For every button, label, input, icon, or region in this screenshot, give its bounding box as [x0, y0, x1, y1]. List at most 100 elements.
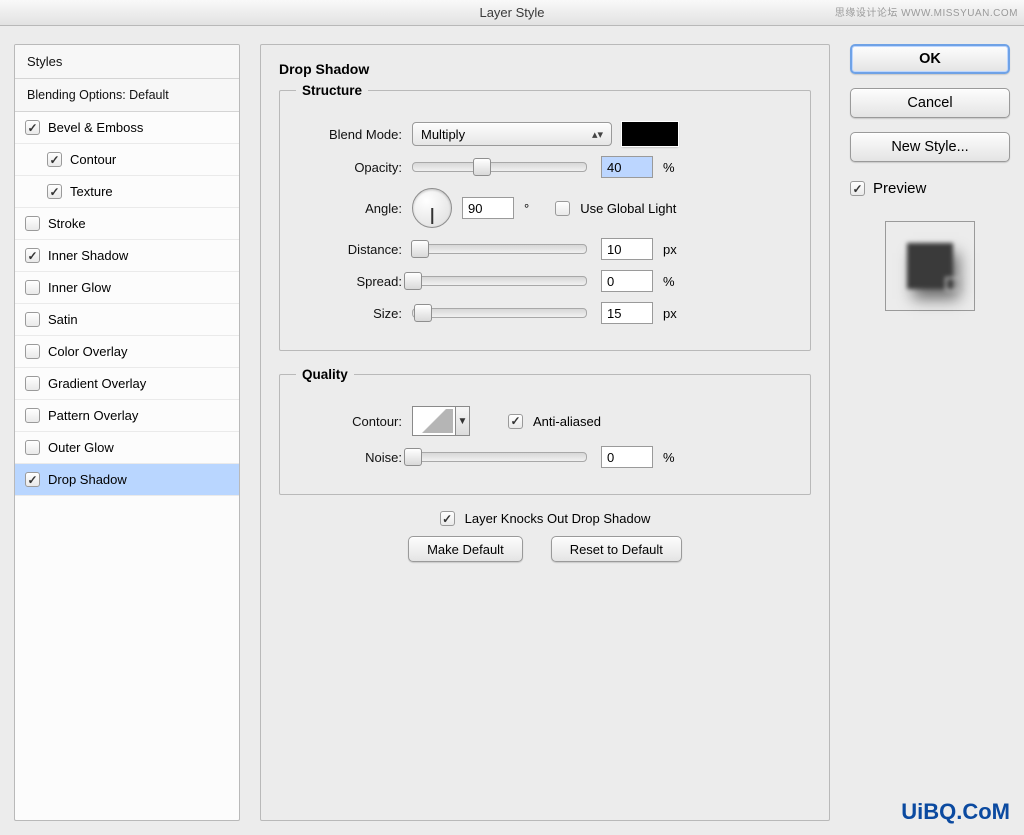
styles-panel: Styles Blending Options: Default Bevel &… [14, 44, 240, 821]
style-checkbox[interactable] [47, 152, 62, 167]
style-item-inner-glow[interactable]: Inner Glow [15, 272, 239, 304]
size-label: Size: [296, 306, 402, 321]
style-item-color-overlay[interactable]: Color Overlay [15, 336, 239, 368]
size-slider[interactable] [412, 308, 587, 318]
angle-unit: ° [524, 201, 529, 216]
reset-to-default-label: Reset to Default [570, 542, 663, 557]
preview-thumbnail [885, 221, 975, 311]
shadow-color-swatch[interactable] [622, 122, 678, 146]
style-checkbox[interactable] [25, 248, 40, 263]
new-style-button[interactable]: New Style... [850, 132, 1010, 162]
style-item-contour[interactable]: Contour [15, 144, 239, 176]
noise-label: Noise: [296, 450, 402, 465]
style-item-label: Satin [48, 312, 78, 327]
quality-legend: Quality [296, 367, 354, 382]
blend-mode-select[interactable]: Multiply ▴▾ [412, 122, 612, 146]
cancel-button[interactable]: Cancel [850, 88, 1010, 118]
contour-picker[interactable] [412, 406, 456, 436]
contour-dropdown-button[interactable]: ▼ [456, 406, 470, 436]
opacity-unit: % [663, 160, 687, 175]
styles-list: Bevel & EmbossContour Texture Stroke Inner … [15, 112, 239, 496]
size-unit: px [663, 306, 687, 321]
preview-thumbnail-content [907, 243, 953, 289]
distance-slider[interactable] [412, 244, 587, 254]
blend-mode-value: Multiply [421, 127, 465, 142]
angle-label: Angle: [296, 201, 402, 216]
structure-legend: Structure [296, 83, 368, 98]
use-global-light-checkbox[interactable] [555, 201, 570, 216]
distance-slider-thumb[interactable] [411, 240, 429, 258]
dialog-buttons: OK Cancel New Style... Preview [850, 44, 1010, 821]
style-item-stroke[interactable]: Stroke [15, 208, 239, 240]
layer-knocks-out-checkbox[interactable] [440, 511, 455, 526]
noise-slider[interactable] [412, 452, 587, 462]
style-checkbox[interactable] [25, 216, 40, 231]
opacity-slider-thumb[interactable] [473, 158, 491, 176]
style-checkbox[interactable] [25, 280, 40, 295]
style-item-label: Outer Glow [48, 440, 114, 455]
reset-to-default-button[interactable]: Reset to Default [551, 536, 682, 562]
ok-button[interactable]: OK [850, 44, 1010, 74]
spread-unit: % [663, 274, 687, 289]
blending-options-label: Blending Options: Default [27, 88, 169, 102]
antialiased-checkbox[interactable] [508, 414, 523, 429]
angle-dial[interactable] [412, 188, 452, 228]
new-style-label: New Style... [891, 139, 968, 155]
contour-label: Contour: [296, 414, 402, 429]
style-item-label: Color Overlay [48, 344, 127, 359]
style-item-drop-shadow[interactable]: Drop Shadow [15, 464, 239, 496]
preview-checkbox[interactable] [850, 181, 865, 196]
style-checkbox[interactable] [25, 376, 40, 391]
blend-mode-label: Blend Mode: [296, 127, 402, 142]
spread-label: Spread: [296, 274, 402, 289]
style-checkbox[interactable] [25, 120, 40, 135]
style-item-pattern-overlay[interactable]: Pattern Overlay [15, 400, 239, 432]
window-title: Layer Style [479, 5, 544, 20]
style-item-bevel-emboss[interactable]: Bevel & Emboss [15, 112, 239, 144]
chevron-down-icon: ▼ [458, 416, 468, 427]
antialiased-label: Anti-aliased [533, 414, 601, 429]
blending-options-row[interactable]: Blending Options: Default [15, 79, 239, 112]
layer-knocks-out-label: Layer Knocks Out Drop Shadow [465, 511, 651, 526]
style-item-texture[interactable]: Texture [15, 176, 239, 208]
styles-header[interactable]: Styles [15, 45, 239, 79]
ok-label: OK [919, 51, 941, 67]
style-checkbox[interactable] [47, 184, 62, 199]
style-item-label: Texture [70, 184, 113, 199]
spread-slider-thumb[interactable] [404, 272, 422, 290]
style-checkbox[interactable] [25, 440, 40, 455]
distance-input[interactable] [601, 238, 653, 260]
distance-unit: px [663, 242, 687, 257]
style-item-label: Gradient Overlay [48, 376, 146, 391]
style-item-label: Inner Glow [48, 280, 111, 295]
style-item-label: Pattern Overlay [48, 408, 138, 423]
style-checkbox[interactable] [25, 472, 40, 487]
style-item-label: Drop Shadow [48, 472, 127, 487]
quality-group: Quality Contour: ▼ Anti-aliased Noise: [279, 367, 811, 495]
make-default-button[interactable]: Make Default [408, 536, 523, 562]
opacity-input[interactable] [601, 156, 653, 178]
noise-slider-thumb[interactable] [404, 448, 422, 466]
preview-label: Preview [873, 180, 926, 197]
watermark-top-right: 思缘设计论坛 WWW.MISSYUAN.COM [835, 4, 1018, 19]
angle-input[interactable] [462, 197, 514, 219]
style-item-gradient-overlay[interactable]: Gradient Overlay [15, 368, 239, 400]
style-item-outer-glow[interactable]: Outer Glow [15, 432, 239, 464]
style-checkbox[interactable] [25, 408, 40, 423]
style-checkbox[interactable] [25, 344, 40, 359]
style-checkbox[interactable] [25, 312, 40, 327]
size-input[interactable] [601, 302, 653, 324]
make-default-label: Make Default [427, 542, 504, 557]
style-item-label: Inner Shadow [48, 248, 128, 263]
opacity-slider[interactable] [412, 162, 587, 172]
style-item-satin[interactable]: Satin [15, 304, 239, 336]
window-body: Styles Blending Options: Default Bevel &… [0, 26, 1024, 835]
style-item-inner-shadow[interactable]: Inner Shadow [15, 240, 239, 272]
structure-group: Structure Blend Mode: Multiply ▴▾ Opacit… [279, 83, 811, 351]
spread-slider[interactable] [412, 276, 587, 286]
opacity-label: Opacity: [296, 160, 402, 175]
styles-header-label: Styles [27, 54, 62, 69]
size-slider-thumb[interactable] [414, 304, 432, 322]
noise-input[interactable] [601, 446, 653, 468]
spread-input[interactable] [601, 270, 653, 292]
